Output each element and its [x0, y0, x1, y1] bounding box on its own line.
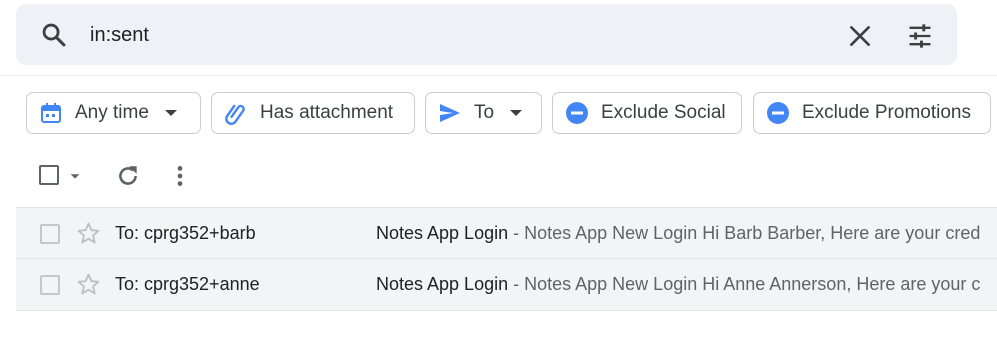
chevron-down-icon[interactable]: [68, 169, 82, 183]
more-vert-icon[interactable]: [167, 163, 193, 189]
email-sender: To: cprg352+barb: [115, 223, 256, 243]
email-sender: To: cprg352+anne: [115, 274, 260, 294]
search-input[interactable]: [90, 18, 810, 52]
send-icon: [440, 104, 460, 122]
select-all-checkbox[interactable]: [39, 165, 59, 185]
email-row[interactable]: To: cprg352+barb Notes App Login - Notes…: [16, 207, 997, 259]
star-icon[interactable]: [76, 272, 101, 297]
chevron-down-icon: [164, 110, 177, 116]
filter-chip-any-time[interactable]: Any time: [26, 92, 201, 134]
email-snippet: Notes App New Login Hi Barb Barber, Here…: [524, 223, 981, 243]
filter-chip-exclude-promotions[interactable]: Exclude Promotions: [753, 92, 991, 134]
calendar-icon: [41, 103, 61, 123]
email-subject: Notes App Login: [376, 223, 509, 243]
email-subject-line: Notes App Login - Notes App New Login Hi…: [376, 223, 980, 244]
filter-chip-label: Has attachment: [260, 102, 394, 123]
tune-icon[interactable]: [906, 22, 934, 50]
email-snippet: Notes App New Login Hi Anne Annerson, He…: [524, 274, 981, 294]
refresh-icon[interactable]: [115, 163, 141, 189]
email-subject: Notes App Login: [376, 274, 509, 294]
email-subject-line: Notes App Login - Notes App New Login Hi…: [376, 274, 980, 295]
chevron-down-icon: [510, 110, 523, 116]
filter-chip-label: Exclude Social: [601, 102, 726, 123]
email-separator: -: [508, 223, 525, 243]
search-bar[interactable]: [16, 4, 957, 65]
filter-chip-label: To: [474, 102, 495, 123]
star-icon[interactable]: [76, 221, 101, 246]
attachment-icon: [225, 104, 245, 125]
email-checkbox[interactable]: [40, 275, 60, 295]
filter-chip-label: Exclude Promotions: [802, 102, 971, 123]
email-separator: -: [508, 274, 525, 294]
filter-chip-exclude-social[interactable]: Exclude Social: [552, 92, 742, 134]
email-row[interactable]: To: cprg352+anne Notes App Login - Notes…: [16, 259, 997, 311]
filter-chip-to[interactable]: To: [425, 92, 542, 134]
minus-circle-icon: [566, 102, 588, 124]
header-divider: [0, 75, 997, 76]
filter-chip-label: Any time: [75, 102, 149, 123]
filter-chip-has-attachment[interactable]: Has attachment: [211, 92, 415, 134]
search-icon[interactable]: [40, 21, 68, 49]
close-icon[interactable]: [847, 23, 873, 49]
email-checkbox[interactable]: [40, 224, 60, 244]
minus-circle-icon: [767, 102, 789, 124]
